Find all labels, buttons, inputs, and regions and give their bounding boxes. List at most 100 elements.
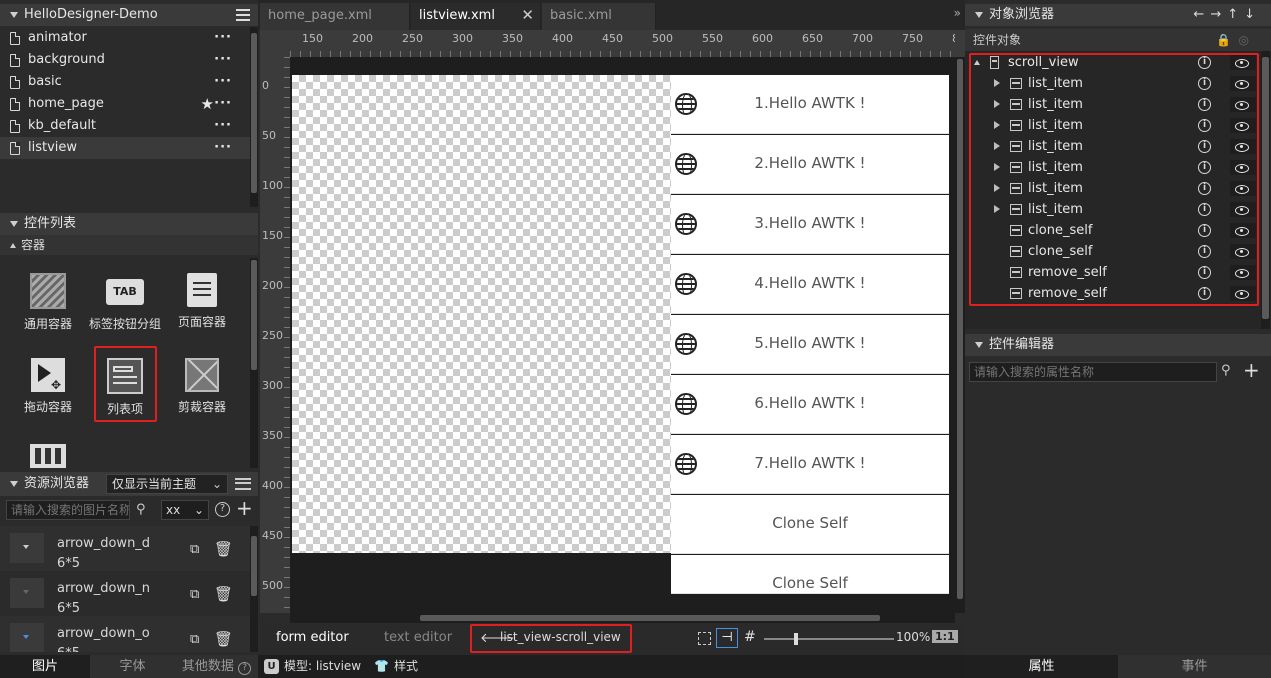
list-view-icon[interactable] xyxy=(235,476,251,490)
tab-properties[interactable]: 属性 xyxy=(965,655,1118,678)
zoom-slider-thumb[interactable] xyxy=(794,633,798,645)
form-editor-tab[interactable]: form editor xyxy=(276,630,349,645)
canvas-list-item[interactable]: 5.Hello AWTK ! xyxy=(671,315,949,374)
zoom-slider[interactable] xyxy=(764,633,894,645)
selection-icon[interactable] xyxy=(698,632,711,645)
tab-home-page[interactable]: home_page.xml xyxy=(260,3,410,30)
widget-tab-group[interactable]: TAB 标签按钮分组 xyxy=(85,273,165,332)
add-icon[interactable]: + xyxy=(1243,358,1260,382)
file-item[interactable]: kb_default ··· xyxy=(0,115,250,137)
resource-item[interactable]: arrow_down_o6*5 ⧉ 🗑 xyxy=(0,616,250,652)
property-editor-header[interactable]: 控件编辑器 xyxy=(965,334,1271,356)
widget-label: 通用容器 xyxy=(23,317,72,331)
copy-icon[interactable]: ⧉ xyxy=(190,542,199,557)
object-browser-header[interactable]: 对象浏览器 ←→↑↓ xyxy=(965,4,1271,26)
canvas-vscroll[interactable] xyxy=(955,57,965,613)
collapse-triangle-icon[interactable] xyxy=(10,11,18,18)
tab-fonts[interactable]: 字体 xyxy=(90,655,175,678)
nav-arrows-icon[interactable]: ←→↑↓ xyxy=(1193,4,1261,26)
widget-category[interactable]: 容器 xyxy=(0,235,258,255)
zoom-level: 100% xyxy=(896,630,931,644)
more-icon[interactable]: ··· xyxy=(214,49,232,71)
resource-scrollbar[interactable] xyxy=(250,526,258,652)
resource-item[interactable]: arrow_down_d 6*5 ⧉ 🗑 xyxy=(0,526,250,571)
arrow-down-thumb-icon xyxy=(10,533,44,563)
canvas-hscroll[interactable] xyxy=(290,613,955,623)
tab-group-icon: TAB xyxy=(106,279,144,305)
collapse-triangle-icon[interactable] xyxy=(10,220,18,227)
tab-basic[interactable]: basic.xml xyxy=(542,3,656,30)
eye-icon[interactable]: ◎ xyxy=(1239,29,1249,51)
property-search-input[interactable] xyxy=(969,362,1217,382)
canvas-list-item[interactable]: Clone Self xyxy=(671,555,949,594)
search-icon[interactable]: ⚲ xyxy=(136,502,146,517)
grid-widget-icon[interactable] xyxy=(30,444,66,468)
file-icon xyxy=(10,53,20,67)
canvas-list-item[interactable]: 2.Hello AWTK ! xyxy=(671,135,949,194)
delete-icon[interactable]: 🗑 xyxy=(214,540,233,558)
file-item[interactable]: basic ··· xyxy=(0,71,250,93)
help-icon[interactable]: ? xyxy=(215,502,230,517)
style-label[interactable]: 样式 xyxy=(394,655,418,678)
copy-icon[interactable]: ⧉ xyxy=(190,632,199,647)
collapse-triangle-icon[interactable] xyxy=(975,341,983,348)
file-list-scrollbar[interactable] xyxy=(250,27,258,207)
widget-general-container[interactable]: 通用容器 xyxy=(8,273,88,332)
transparent-area[interactable] xyxy=(292,75,671,553)
more-icon[interactable]: ··· xyxy=(214,71,232,93)
file-item[interactable]: animator ··· xyxy=(0,27,250,49)
star-icon[interactable]: ★ xyxy=(201,93,214,115)
canvas-list-item[interactable]: 6.Hello AWTK ! xyxy=(671,375,949,434)
tab-images[interactable]: 图片 xyxy=(0,655,90,678)
text-editor-tab[interactable]: text editor xyxy=(384,630,452,645)
size-select[interactable]: xx ⌄ xyxy=(161,500,209,520)
lock-icon[interactable]: 🔒 xyxy=(1216,29,1231,51)
tab-overflow-icon[interactable]: » xyxy=(954,6,961,20)
arrow-down-thumb-icon xyxy=(10,623,44,652)
grid-icon[interactable]: # xyxy=(744,629,756,645)
more-icon[interactable]: ··· xyxy=(214,115,232,137)
widgets-header[interactable]: 控件列表 xyxy=(0,213,258,235)
widget-page-container[interactable]: 页面容器 xyxy=(162,273,242,330)
tab-other-data[interactable]: 其他数据 ? xyxy=(175,655,258,678)
widgets-scrollbar[interactable] xyxy=(250,258,258,468)
more-icon[interactable]: ··· xyxy=(214,27,232,49)
model-label[interactable]: 模型: listview xyxy=(284,655,361,678)
widget-clip-container[interactable]: 剪裁容器 xyxy=(162,358,242,415)
canvas-list-item[interactable]: 7.Hello AWTK ! xyxy=(671,435,949,494)
menu-icon[interactable] xyxy=(236,9,250,21)
ratio-button[interactable]: 1:1 xyxy=(932,630,958,643)
canvas-list-item[interactable]: Clone Self xyxy=(671,495,949,554)
align-icon[interactable]: ⊣ xyxy=(716,628,738,648)
widget-drag-container[interactable]: ✥ 拖动容器 xyxy=(8,358,88,415)
collapse-triangle-icon[interactable] xyxy=(10,480,18,487)
delete-icon[interactable]: 🗑 xyxy=(214,585,233,603)
canvas-list-item[interactable]: 1.Hello AWTK ! xyxy=(671,75,949,134)
resource-header[interactable]: 资源浏览器 仅显示当前主题 ⌄ xyxy=(0,472,258,496)
copy-icon[interactable]: ⧉ xyxy=(190,587,199,602)
resource-search-input[interactable] xyxy=(6,500,130,520)
resource-list: arrow_down_d 6*5 ⧉ 🗑 arrow_down_n 6*5 ⧉ 🗑 … xyxy=(0,526,250,652)
file-item[interactable]: home_page ★ ··· xyxy=(0,93,250,115)
more-icon[interactable]: ··· xyxy=(214,137,232,159)
file-item[interactable]: background ··· xyxy=(0,49,250,71)
resource-item[interactable]: arrow_down_n 6*5 ⧉ 🗑 xyxy=(0,571,250,616)
theme-filter-select[interactable]: 仅显示当前主题 ⌄ xyxy=(106,474,228,494)
project-header[interactable]: HelloDesigner-Demo xyxy=(0,4,258,26)
delete-icon[interactable]: 🗑 xyxy=(214,630,233,648)
list-item-label: Clone Self xyxy=(772,574,848,592)
add-icon[interactable]: + xyxy=(236,496,253,520)
ruler-tick-label: 500 xyxy=(262,579,283,592)
breadcrumb[interactable]: list_view-scroll_view xyxy=(500,630,621,644)
canvas-list-item[interactable]: 3.Hello AWTK ! xyxy=(671,195,949,254)
tab-listview[interactable]: listview.xml ✕ xyxy=(411,3,541,30)
file-item[interactable]: listview ··· xyxy=(0,137,250,159)
search-icon[interactable]: ⚲ xyxy=(1221,363,1231,378)
canvas-list-item[interactable]: 4.Hello AWTK ! xyxy=(671,255,949,314)
collapse-triangle-icon[interactable] xyxy=(975,11,983,18)
object-tree-scrollbar[interactable] xyxy=(1261,51,1270,329)
tab-events[interactable]: 事件 xyxy=(1118,655,1271,678)
more-icon[interactable]: ··· xyxy=(214,93,232,115)
close-icon[interactable]: ✕ xyxy=(521,3,534,28)
vertical-ruler: 0 50 100 150 200 250 300 350 400 450 500 xyxy=(260,57,290,613)
